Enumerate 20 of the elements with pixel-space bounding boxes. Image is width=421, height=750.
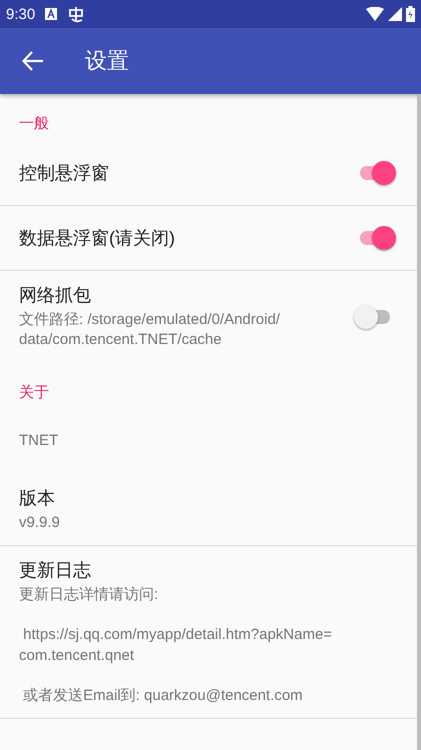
setting-summary: TNET <box>19 431 60 452</box>
back-icon[interactable] <box>22 50 44 72</box>
keyboard-icon <box>45 8 58 20</box>
setting-summary: 更新日志详情请访问: https://sj.qq.com/myapp/detail.htm?apkName= com.tencent.qnet 或者发送Email到: quarkzou@tencent.com <box>19 584 334 706</box>
section-header: 一般 <box>18 114 50 134</box>
setting-title: 数据悬浮窗(请关闭) <box>19 227 176 250</box>
wifi-icon <box>366 7 384 21</box>
page-title: 设置 <box>85 47 129 75</box>
settings-row[interactable]: 网络抓包 文件路径: /storage/emulated/0/Android/ data/com.tencent.TNET/cache <box>0 271 421 362</box>
setting-title: 版本 <box>19 486 56 510</box>
setting-title: 控制悬浮窗 <box>19 162 110 185</box>
setting-summary: 文件路径: /storage/emulated/0/Android/ data/com.tencent.TNET/cache <box>19 310 281 350</box>
section-header: 关于 <box>18 382 50 402</box>
setting-summary: v9.9.9 <box>19 512 61 532</box>
status-time: 9:30 <box>6 6 36 22</box>
battery-icon <box>406 6 415 22</box>
setting-title: 网络抓包 <box>19 284 92 307</box>
signal-icon <box>388 7 402 21</box>
settings-row[interactable]: TNET <box>0 410 421 474</box>
setting-title: 更新日志 <box>19 558 92 582</box>
